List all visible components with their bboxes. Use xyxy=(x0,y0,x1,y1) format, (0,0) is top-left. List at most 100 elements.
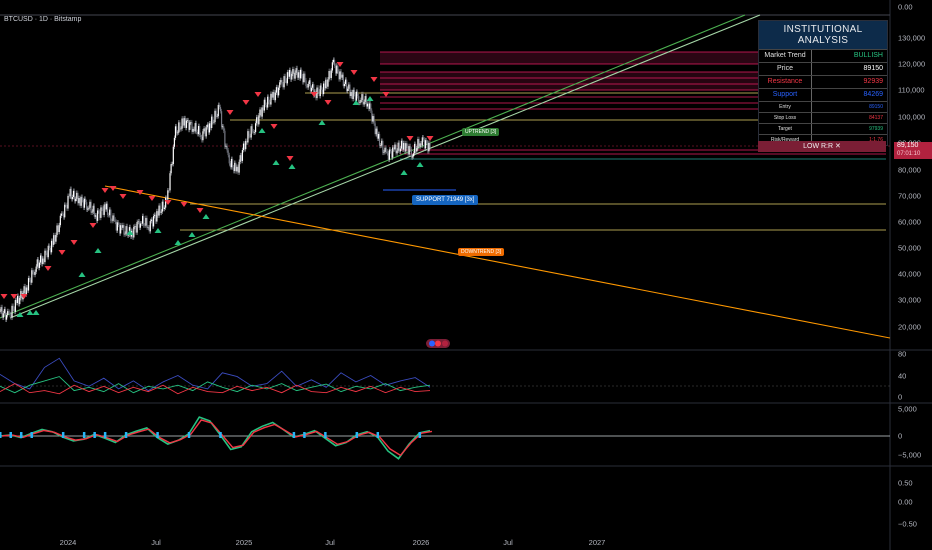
histogram-bar xyxy=(0,432,2,438)
candle-body xyxy=(97,210,99,221)
candle-body xyxy=(69,188,71,197)
candle-body xyxy=(224,130,226,147)
candle-body xyxy=(280,80,282,83)
candle-body xyxy=(421,137,423,146)
candle-body xyxy=(417,139,419,149)
candle-body xyxy=(359,102,361,104)
candle-body xyxy=(278,87,280,96)
candle-body xyxy=(185,120,188,128)
oscillator-series xyxy=(0,357,431,395)
candle-body xyxy=(228,155,230,164)
candle-body xyxy=(169,173,171,191)
candle-body xyxy=(70,188,72,200)
candle-body xyxy=(5,315,8,320)
last-price-value: 89,150 xyxy=(897,142,919,149)
candle-body xyxy=(102,208,104,215)
candle-body xyxy=(73,190,76,202)
candle-body xyxy=(63,213,65,218)
candle-body xyxy=(354,94,357,101)
candle-body xyxy=(34,271,36,275)
candle-body xyxy=(304,73,306,81)
candle-body xyxy=(55,234,57,242)
candle-body xyxy=(349,84,351,97)
oscillator-line xyxy=(0,383,431,395)
candle-body xyxy=(297,72,299,78)
candle-body xyxy=(324,83,326,89)
candle-body xyxy=(275,87,278,93)
candle-body xyxy=(408,146,410,155)
candle-body xyxy=(149,221,151,232)
candle-body xyxy=(18,295,20,305)
panel-trade-row: Entry 89150 xyxy=(759,101,887,112)
candle-body xyxy=(423,139,426,149)
candle-body xyxy=(418,139,420,147)
panel-trade-row: Stop Loss 84137 xyxy=(759,112,887,123)
price-series xyxy=(0,57,431,323)
candle-body xyxy=(288,69,291,77)
candle-body xyxy=(251,126,253,132)
panel-trade-value: 97939 xyxy=(869,126,883,132)
buy-signal-marker xyxy=(400,170,408,175)
candle-body xyxy=(82,200,84,208)
candle-body xyxy=(144,225,146,227)
candle-body xyxy=(364,96,366,102)
sell-signal-marker xyxy=(370,77,378,82)
candle-body xyxy=(163,207,166,209)
candle-body xyxy=(361,94,363,100)
candle-body xyxy=(77,192,79,204)
candle-body xyxy=(170,164,172,174)
panel-row-value: 89150 xyxy=(863,65,883,72)
price-axis-label: 0.00 xyxy=(898,3,913,12)
candle-body xyxy=(339,71,341,80)
candle-body xyxy=(138,221,140,228)
candle-body xyxy=(310,87,313,92)
candle-body xyxy=(261,107,263,117)
candle-body xyxy=(343,83,346,87)
candle-body xyxy=(376,128,378,139)
candle-body xyxy=(223,126,225,131)
candle-body xyxy=(173,137,176,147)
candle-body xyxy=(335,65,337,74)
candle-body xyxy=(409,146,411,150)
candle-body xyxy=(405,143,407,152)
candle-body xyxy=(174,126,177,138)
candle-body xyxy=(78,198,80,204)
candle-body xyxy=(321,89,324,95)
candle-body xyxy=(248,131,250,137)
candle-body xyxy=(208,123,211,133)
candle-body xyxy=(353,89,355,95)
candle-body xyxy=(109,209,111,216)
candle-body xyxy=(45,250,47,253)
candle-body xyxy=(101,207,103,209)
candle-body xyxy=(250,126,252,138)
sell-signal-marker xyxy=(58,250,66,255)
candle-body xyxy=(123,225,125,235)
candle-body xyxy=(222,126,224,128)
buy-signal-marker xyxy=(258,128,266,133)
candle-body xyxy=(125,226,127,234)
buy-signal-marker xyxy=(202,214,210,219)
candle-body xyxy=(374,123,376,135)
candle-body xyxy=(282,84,284,88)
candle-body xyxy=(8,311,10,312)
candle-body xyxy=(31,270,33,283)
candle-body xyxy=(312,84,314,88)
candle-body xyxy=(396,150,398,154)
candle-body xyxy=(117,222,120,225)
buy-signal-marker xyxy=(416,162,424,167)
indicator-pane-icon[interactable] xyxy=(426,339,450,348)
candle-body xyxy=(157,211,159,216)
candle-body xyxy=(292,69,294,74)
candle-body xyxy=(213,122,215,123)
candle-body xyxy=(114,219,116,222)
candle-body xyxy=(257,117,259,125)
candle-body xyxy=(306,86,308,88)
time-axis-label: 2027 xyxy=(589,538,606,547)
macd-series xyxy=(0,416,433,460)
candle-body xyxy=(180,128,182,130)
buy-signal-marker xyxy=(366,96,374,101)
candle-body xyxy=(273,91,275,101)
candle-body xyxy=(403,143,405,150)
uptrend-line xyxy=(0,14,746,319)
candle-body xyxy=(200,134,202,137)
